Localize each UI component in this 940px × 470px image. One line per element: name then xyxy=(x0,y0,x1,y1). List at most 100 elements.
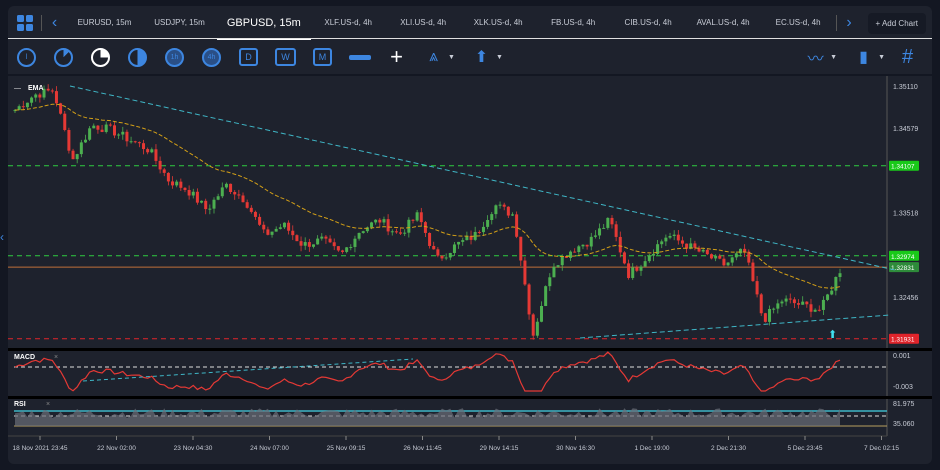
candle-body xyxy=(146,149,150,153)
drawing-tools-icon[interactable]: ⩓ xyxy=(421,45,446,70)
candle-body xyxy=(494,205,498,215)
candle-body xyxy=(821,299,825,310)
candle-body xyxy=(643,261,647,267)
layout-grid-icon[interactable] xyxy=(12,11,37,36)
timeframe-1h-button[interactable]: 1h xyxy=(162,45,187,70)
candle-body xyxy=(328,238,332,243)
candle-body xyxy=(229,183,233,192)
add-chart-button[interactable]: + Add Chart xyxy=(867,12,926,34)
candle-body xyxy=(137,142,141,144)
candle-body xyxy=(34,94,38,98)
candle-body xyxy=(801,301,805,305)
candle-body xyxy=(556,265,560,267)
candle-body xyxy=(593,235,597,237)
crosshair-icon[interactable]: + xyxy=(384,44,409,70)
candle-body xyxy=(763,313,767,322)
candle-body xyxy=(245,202,249,208)
tab-xlk-us-d-4h[interactable]: XLK.US-d, 4h xyxy=(461,6,536,40)
candle-body xyxy=(581,244,585,247)
candle-body xyxy=(714,255,718,259)
calendar-day-button[interactable]: D xyxy=(236,45,261,70)
candle-body xyxy=(548,277,552,287)
candle-body xyxy=(162,169,166,173)
candle-body xyxy=(440,255,444,259)
trend-line-upper xyxy=(69,85,896,271)
candle-body xyxy=(606,217,610,228)
timeframe-30m-button[interactable] xyxy=(125,45,150,70)
candle-body xyxy=(291,230,295,236)
expand-left-icon[interactable]: ‹ xyxy=(0,230,4,244)
candle-body xyxy=(403,232,407,234)
candle-body xyxy=(320,236,324,239)
candle-body xyxy=(253,211,257,217)
tab-aval-us-d-4h[interactable]: AVAL.US-d, 4h xyxy=(686,6,761,40)
candle-body xyxy=(38,94,42,98)
candle-body xyxy=(639,266,643,271)
time-tick-label: 7 Dec 02:15 xyxy=(864,445,899,452)
arrow-up-icon[interactable]: ⬆ xyxy=(469,45,494,70)
candle-body xyxy=(788,298,792,300)
price-level-label: 1.32974 xyxy=(891,254,915,261)
macd-tick-label: 0.001 xyxy=(893,353,911,360)
tab-gbpusd-15m[interactable]: GBPUSD, 15m xyxy=(216,6,311,40)
tab-eurusd-15m[interactable]: EURUSD, 15m xyxy=(67,6,142,40)
dropdown-icon[interactable]: ▼ xyxy=(448,54,455,61)
timeframe-4h-button[interactable]: 4h xyxy=(199,45,224,70)
chart-type-candles-icon[interactable]: ▮ xyxy=(851,45,876,70)
candle-body xyxy=(357,232,361,239)
candle-body xyxy=(216,196,220,200)
arrow-up-marker: ⬆ xyxy=(828,329,837,341)
candle-body xyxy=(614,224,618,237)
calendar-icon: D xyxy=(239,48,258,66)
time-tick-label: 5 Dec 23:45 xyxy=(787,445,822,452)
candle-body xyxy=(266,229,270,235)
candle-body xyxy=(585,244,589,247)
tab-ec-us-d-4h[interactable]: EC.US-d, 4h xyxy=(761,6,836,40)
chart-toolbar: ǀ 1h 4h D W M + ⩓ ▼ ⬆ ▼ 〰 ▼ ▮ ▼ # xyxy=(8,40,932,74)
candle-body xyxy=(838,273,842,277)
dropdown-icon[interactable]: ▼ xyxy=(496,54,503,61)
candle-body xyxy=(722,258,726,266)
timeframe-5m-button[interactable] xyxy=(51,45,76,70)
calendar-week-button[interactable]: W xyxy=(273,45,298,70)
tab-cib-us-d-4h[interactable]: CIB.US-d, 4h xyxy=(611,6,686,40)
macd-separator xyxy=(8,348,932,351)
grid-icon[interactable]: # xyxy=(895,45,920,70)
tab-xlf-us-d-4h[interactable]: XLF.US-d, 4h xyxy=(311,6,386,40)
calendar-month-button[interactable]: M xyxy=(310,45,335,70)
candle-body xyxy=(515,214,519,237)
indicators-icon[interactable]: 〰 xyxy=(803,45,828,70)
tab-usdjpy-15m[interactable]: USDJPY, 15m xyxy=(142,6,217,40)
candle-body xyxy=(233,191,237,195)
candle-body xyxy=(394,231,398,233)
chart-area[interactable]: 1.35110 1.34579 1.33518 1.32456 1.34107 1.329… xyxy=(8,76,932,464)
candle-body xyxy=(25,102,29,108)
candle-body xyxy=(477,231,481,233)
candle-body xyxy=(457,241,461,245)
candle-body xyxy=(817,309,821,311)
scroll-left-icon[interactable]: ‹ xyxy=(42,11,67,36)
timeframe-15m-button[interactable] xyxy=(88,45,113,70)
candle-body xyxy=(436,249,440,256)
dropdown-icon[interactable]: ▼ xyxy=(830,54,837,61)
candle-body xyxy=(631,267,635,278)
price-chart[interactable]: 1.35110 1.34579 1.33518 1.32456 1.34107 1.329… xyxy=(8,76,932,464)
candle-body xyxy=(705,249,709,255)
candle-body xyxy=(709,254,713,259)
candle-body xyxy=(92,125,96,129)
candle-body xyxy=(370,222,374,228)
scroll-right-icon[interactable]: › xyxy=(837,11,862,36)
dropdown-icon[interactable]: ▼ xyxy=(878,54,885,61)
candle-body xyxy=(826,294,830,300)
measure-icon[interactable] xyxy=(347,45,372,70)
candle-body xyxy=(411,219,415,221)
tab-xli-us-d-4h[interactable]: XLI.US-d, 4h xyxy=(386,6,461,40)
candle-body xyxy=(610,217,614,225)
candle-body xyxy=(75,154,79,160)
candle-body xyxy=(573,251,577,253)
timeframe-1m-button[interactable]: ǀ xyxy=(14,45,39,70)
tab-fb-us-d-4h[interactable]: FB.US-d, 4h xyxy=(536,6,611,40)
macd-label: MACD xyxy=(14,354,35,361)
candle-body xyxy=(224,183,228,188)
time-tick-label: 22 Nov 02:00 xyxy=(97,445,136,452)
